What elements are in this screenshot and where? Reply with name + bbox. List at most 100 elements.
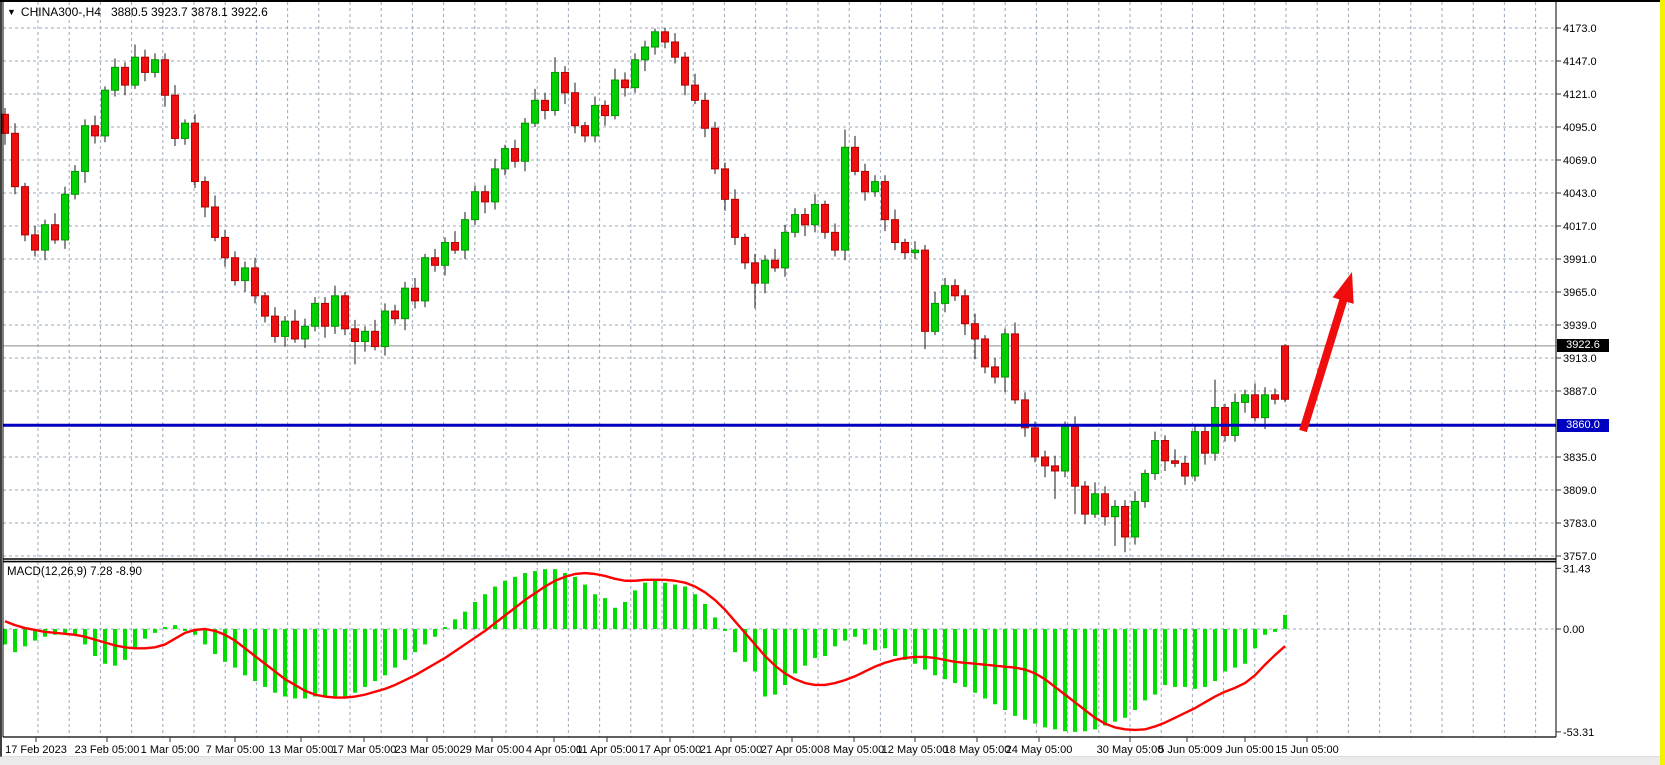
- candle: [872, 182, 879, 192]
- price-tick-label: 4043.0: [1563, 188, 1597, 200]
- date-tick-label: 29 Mar 05:00: [460, 744, 525, 756]
- candle: [312, 303, 319, 326]
- candle: [202, 182, 209, 207]
- price-tick-label: 3835.0: [1563, 452, 1597, 464]
- candle: [92, 126, 99, 136]
- candle: [1252, 395, 1259, 418]
- candle: [1062, 425, 1069, 471]
- candle: [82, 126, 89, 172]
- macd-tick-label: 31.43: [1563, 563, 1591, 575]
- price-tick-label: 4017.0: [1563, 221, 1597, 233]
- candle: [472, 192, 479, 220]
- candle: [572, 93, 579, 126]
- candle: [492, 169, 499, 202]
- candle: [992, 367, 999, 377]
- date-tick-label: 1 Mar 05:00: [141, 744, 200, 756]
- candle: [892, 220, 899, 243]
- date-tick-label: 9 Jun 05:00: [1216, 744, 1274, 756]
- candle: [812, 204, 819, 224]
- candle: [42, 225, 49, 250]
- date-tick-label: 13 Mar 05:00: [269, 744, 334, 756]
- candle: [412, 288, 419, 301]
- price-tick-label: 3913.0: [1563, 353, 1597, 365]
- price-tick-label: 4069.0: [1563, 155, 1597, 167]
- candle: [1102, 494, 1109, 517]
- chart-canvas[interactable]: 4173.04147.04121.04095.04069.04043.04017…: [0, 0, 1665, 765]
- candle: [762, 260, 769, 283]
- candle: [1242, 395, 1249, 403]
- date-tick-label: 23 Mar 05:00: [395, 744, 460, 756]
- macd-histogram: [5, 569, 1285, 732]
- candle: [322, 303, 329, 326]
- date-tick-label: 24 May 05:00: [1006, 744, 1073, 756]
- price-tick-label: 3991.0: [1563, 254, 1597, 266]
- window-bottom-strip: [0, 757, 1665, 765]
- macd-tick-label: -53.31: [1563, 727, 1594, 739]
- candle: [652, 32, 659, 47]
- candle: [1222, 408, 1229, 436]
- date-tick-label: 11 Apr 05:00: [576, 744, 638, 756]
- candle: [282, 321, 289, 336]
- candle: [272, 316, 279, 336]
- date-tick-label: 18 May 05:00: [944, 744, 1011, 756]
- candle: [1282, 346, 1289, 399]
- candle: [462, 220, 469, 250]
- candle: [1112, 507, 1119, 517]
- candle: [822, 204, 829, 232]
- candle: [1142, 474, 1149, 502]
- current-price-tag: 3922.6: [1557, 339, 1609, 352]
- candle: [252, 268, 259, 296]
- panel-borders: [0, 0, 1665, 757]
- candle: [1042, 457, 1049, 466]
- candle: [782, 232, 789, 268]
- candle: [1012, 334, 1019, 400]
- price-tick-label: 4173.0: [1563, 23, 1597, 35]
- date-tick-label: 23 Feb 05:00: [75, 744, 140, 756]
- candle: [582, 126, 589, 136]
- candle: [642, 47, 649, 60]
- candle: [1182, 463, 1189, 476]
- candle: [402, 288, 409, 318]
- candle: [1132, 501, 1139, 537]
- date-tick-label: 5 Jun 05:00: [1158, 744, 1216, 756]
- candle: [342, 296, 349, 329]
- candle: [842, 147, 849, 250]
- candle: [1162, 441, 1169, 461]
- price-tick-label: 3783.0: [1563, 518, 1597, 530]
- candle: [392, 311, 399, 319]
- candle: [562, 72, 569, 92]
- candle: [552, 72, 559, 110]
- candle: [682, 57, 689, 85]
- date-axis: 17 Feb 202323 Feb 05:001 Mar 05:007 Mar …: [5, 737, 1339, 756]
- candles: [2, 28, 1289, 552]
- ohlc-close: 3922.6: [231, 5, 268, 19]
- candle: [952, 286, 959, 296]
- candle: [862, 171, 869, 191]
- candle: [292, 321, 299, 339]
- candle: [1022, 400, 1029, 428]
- macd-tick-label: 0.00: [1563, 624, 1584, 636]
- ohlc-high: 3923.7: [151, 5, 188, 19]
- candle: [692, 85, 699, 100]
- candle: [602, 105, 609, 115]
- candle: [632, 60, 639, 88]
- candle: [112, 67, 119, 90]
- macd-signal-value: -8.90: [116, 566, 142, 578]
- candle: [1212, 408, 1219, 454]
- candle: [162, 60, 169, 96]
- date-tick-label: 17 Feb 2023: [5, 744, 67, 756]
- candle: [912, 250, 919, 253]
- candle: [152, 60, 159, 73]
- candle: [672, 42, 679, 57]
- candle: [1092, 494, 1099, 514]
- candle: [72, 171, 79, 194]
- chart-title: ▼CHINA300-,H43880.5 3923.7 3878.1 3922.6: [7, 5, 268, 19]
- candle: [882, 182, 889, 220]
- candle: [192, 123, 199, 181]
- candle: [372, 331, 379, 346]
- candle: [752, 263, 759, 283]
- candle: [382, 311, 389, 347]
- candle: [142, 57, 149, 72]
- candle: [242, 268, 249, 281]
- candle: [32, 235, 39, 250]
